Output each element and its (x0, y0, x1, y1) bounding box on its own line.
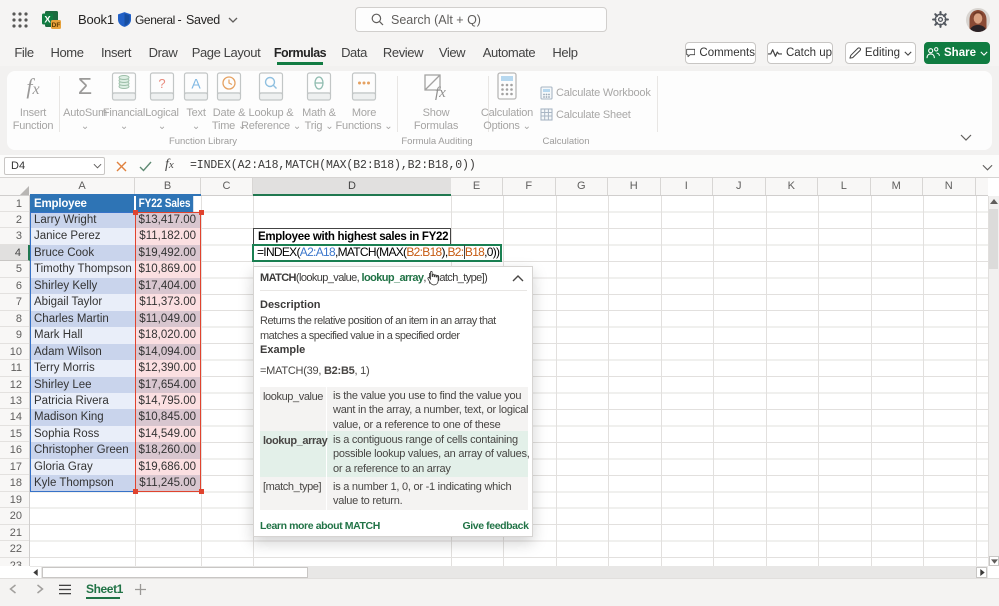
svg-text:fx: fx (435, 85, 446, 101)
svg-text:?: ? (158, 76, 165, 91)
svg-text:DF: DF (52, 22, 61, 29)
svg-text:X: X (44, 15, 51, 26)
svg-text:A: A (191, 76, 201, 92)
